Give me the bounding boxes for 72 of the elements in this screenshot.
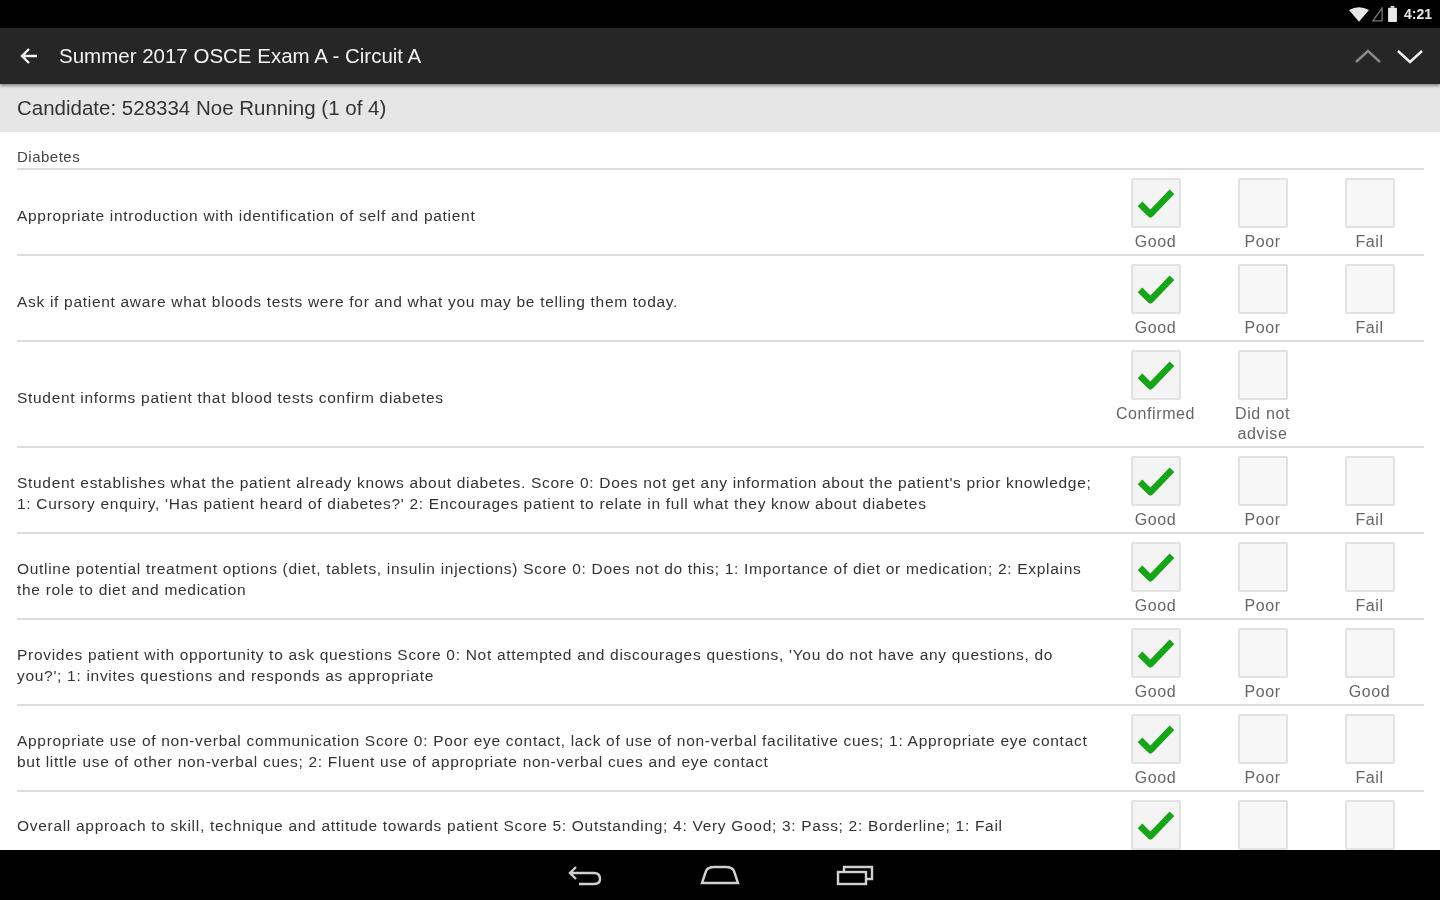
checkbox[interactable] — [1237, 628, 1288, 678]
option-label: Poor — [1243, 510, 1282, 530]
checkbox[interactable] — [1130, 178, 1181, 228]
checkbox[interactable] — [1237, 350, 1288, 400]
criterion-text: Student establishes what the patient already knows about diabetes. Score 0: Does not get any information about the patient's prior knowledge; 1: Cursory enquiry, 'Has patient heard of diabetes?' 2: Encourages patient to relate in full what they know about diabetes — [17, 473, 1093, 514]
option-label: Poor — [1243, 768, 1282, 788]
criterion-text: Ask if patient aware what bloods tests were for and what you may be telling them today. — [17, 291, 680, 312]
option-label: Good — [1133, 596, 1178, 616]
checkbox[interactable] — [1344, 542, 1395, 592]
check-icon — [1136, 724, 1175, 754]
check-icon — [1136, 188, 1175, 218]
checkbox[interactable] — [1237, 800, 1288, 850]
option-label: Poor — [1243, 596, 1282, 616]
check-icon — [1136, 638, 1175, 668]
recents-icon — [836, 864, 874, 886]
checkbox[interactable] — [1130, 350, 1181, 400]
chevron-down-icon — [1396, 47, 1424, 65]
checkbox[interactable] — [1237, 714, 1288, 764]
option-label: Fail — [1354, 318, 1385, 338]
checkbox[interactable] — [1344, 628, 1395, 678]
option-label: Fail — [1354, 768, 1385, 788]
checkbox[interactable] — [1344, 456, 1395, 506]
check-icon — [1136, 360, 1175, 390]
checkbox[interactable] — [1130, 800, 1181, 850]
option-label: Good — [1133, 232, 1178, 252]
checkbox[interactable] — [1130, 628, 1181, 678]
option-label: Good — [1347, 682, 1392, 702]
checkbox[interactable] — [1237, 542, 1288, 592]
checkbox[interactable] — [1344, 714, 1395, 764]
checkbox[interactable] — [1344, 178, 1395, 228]
checkbox[interactable] — [1237, 178, 1288, 228]
option-label: Good — [1133, 768, 1178, 788]
option-label: Confirmed — [1114, 404, 1197, 424]
wifi-icon — [1348, 6, 1369, 22]
check-icon — [1136, 274, 1175, 304]
check-icon — [1136, 466, 1175, 496]
criterion-text: Appropriate introduction with identification of self and patient — [17, 205, 477, 226]
clock-time: 4:21 — [1403, 7, 1432, 21]
option-label: Poor — [1243, 318, 1282, 338]
checkbox[interactable] — [1130, 264, 1181, 314]
check-icon — [1136, 552, 1175, 582]
option-label: Good — [1133, 318, 1178, 338]
criterion-text: Provides patient with opportunity to ask questions Score 0: Not attempted and discourages questions, 'You do not have any questions, do you?'; 1: invites questions and responds as appropriate — [17, 645, 1055, 686]
checkbox[interactable] — [1130, 714, 1181, 764]
criterion-text: Appropriate use of non-verbal communication Score 0: Poor eye contact, lack of use of non-verbal facilitative cues; 1: Appropriate eye contact but little use of other non-verbal cues; 2: Fluent use of appropriate non-verbal cues and eye contact — [17, 731, 1089, 772]
checkbox[interactable] — [1130, 542, 1181, 592]
criterion-text: Student informs patient that blood tests confirm diabetes — [17, 387, 445, 408]
option-label: Poor — [1243, 232, 1282, 252]
criterion-text: Overall approach to skill, technique and attitude towards patient Score 5: Outstanding; 4: Very Good; 3: Pass; 2: Borderline; 1: Fail — [17, 815, 1004, 836]
chevron-up-icon — [1354, 47, 1382, 65]
screen-title: Summer 2017 OSCE Exam A - Circuit A — [59, 42, 423, 69]
option-label: Did not advise — [1234, 404, 1291, 444]
option-label: Fail — [1354, 232, 1385, 252]
battery-icon — [1387, 6, 1397, 22]
option-label: Good — [1133, 510, 1178, 530]
checkbox[interactable] — [1344, 800, 1395, 850]
criterion-text: Outline potential treatment options (diet, tablets, insulin injections) Score 0: Does not do this; 1: Importance of diet or medication; 2: Explains the role to diet and medication — [17, 559, 1083, 600]
option-label: Fail — [1354, 596, 1385, 616]
section-title: Diabetes — [17, 148, 81, 165]
option-label: Fail — [1354, 510, 1385, 530]
check-icon — [1136, 810, 1175, 840]
candidate-label: Candidate: 528334 Noe Running (1 of 4) — [17, 94, 387, 121]
signal-icon — [1371, 6, 1383, 22]
home-icon — [700, 865, 740, 885]
checkbox[interactable] — [1237, 456, 1288, 506]
back-icon — [567, 864, 603, 886]
checkbox[interactable] — [1130, 456, 1181, 506]
back-arrow-icon — [19, 46, 39, 66]
checkbox[interactable] — [1237, 264, 1288, 314]
checkbox[interactable] — [1344, 264, 1395, 314]
option-label: Poor — [1243, 682, 1282, 702]
option-label: Good — [1133, 682, 1178, 702]
